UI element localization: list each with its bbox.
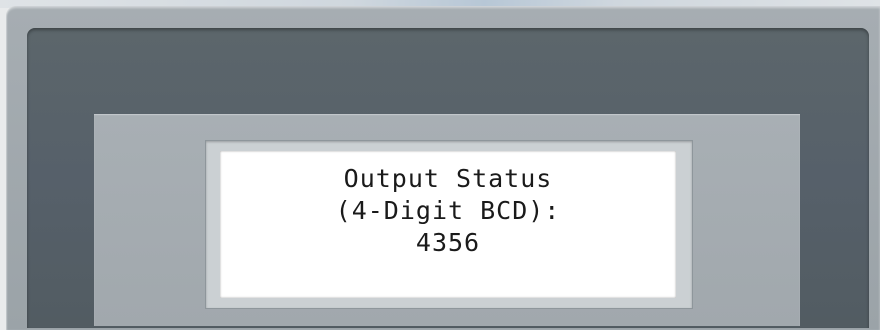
lcd-line-subtitle: (4-Digit BCD): (335, 196, 561, 225)
lcd-line-title: Output Status (343, 164, 553, 193)
lcd-line-value: 4356 (415, 228, 481, 257)
